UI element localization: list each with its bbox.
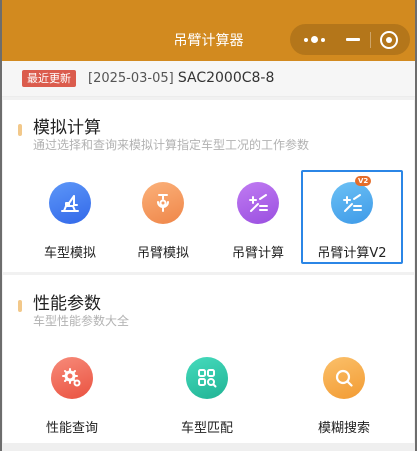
section-title: 模拟计算: [33, 118, 101, 138]
tile-label: 车型匹配: [180, 421, 233, 436]
tile-label: 性能查询: [45, 421, 98, 436]
section-subtitle: 车型性能参数大全: [33, 314, 130, 328]
tile-boom-calculation-v2[interactable]: V2 吊臂计算V2: [304, 176, 400, 278]
update-text: [2025-03-05] SAC2000C8-8: [88, 70, 274, 86]
update-date: [2025-03-05]: [88, 71, 174, 86]
hook-icon: [142, 182, 184, 224]
minimize-icon[interactable]: [334, 24, 372, 55]
calculator-icon: V2: [331, 176, 373, 224]
tile-vehicle-simulation[interactable]: 车型模拟: [22, 182, 118, 278]
tile-label: 吊臂计算V2: [317, 246, 387, 261]
performance-section: 性能参数 车型性能参数大全 性能查询 车型匹配 模糊搜索: [3, 275, 414, 443]
simulation-section: 模拟计算 通过选择和查询来模拟计算指定车型工况的工作参数 车型模拟 吊臂模拟 吊…: [3, 100, 414, 272]
bottom-strip: [0, 443, 417, 451]
more-dots-icon[interactable]: [290, 24, 338, 55]
section-title: 性能参数: [33, 294, 101, 314]
settings-icon: [51, 357, 93, 399]
close-target-icon[interactable]: [370, 24, 408, 55]
menu-capsule: [290, 24, 410, 55]
section-subtitle: 通过选择和查询来模拟计算指定车型工况的工作参数: [33, 138, 310, 152]
search-icon: [323, 357, 365, 399]
version-badge: V2: [355, 176, 372, 186]
tile-label: 模糊搜索: [317, 421, 370, 436]
section-accent-bar: [18, 124, 22, 136]
calculator-icon: [237, 182, 279, 224]
grid-search-icon: [186, 357, 228, 399]
tile-boom-calculation[interactable]: 吊臂计算: [210, 182, 306, 278]
crane-icon: [49, 182, 91, 224]
update-model: SAC2000C8-8: [177, 70, 275, 86]
tile-fuzzy-search[interactable]: 模糊搜索: [296, 357, 392, 451]
tile-boom-simulation[interactable]: 吊臂模拟: [115, 182, 211, 278]
update-badge: 最近更新: [22, 70, 76, 87]
update-notice[interactable]: 最近更新 [2025-03-05] SAC2000C8-8: [0, 61, 417, 97]
tile-performance-query[interactable]: 性能查询: [24, 357, 120, 451]
title-bar: 吊臂计算器: [0, 0, 417, 61]
section-accent-bar: [18, 300, 22, 312]
tile-vehicle-matching[interactable]: 车型匹配: [159, 357, 255, 451]
